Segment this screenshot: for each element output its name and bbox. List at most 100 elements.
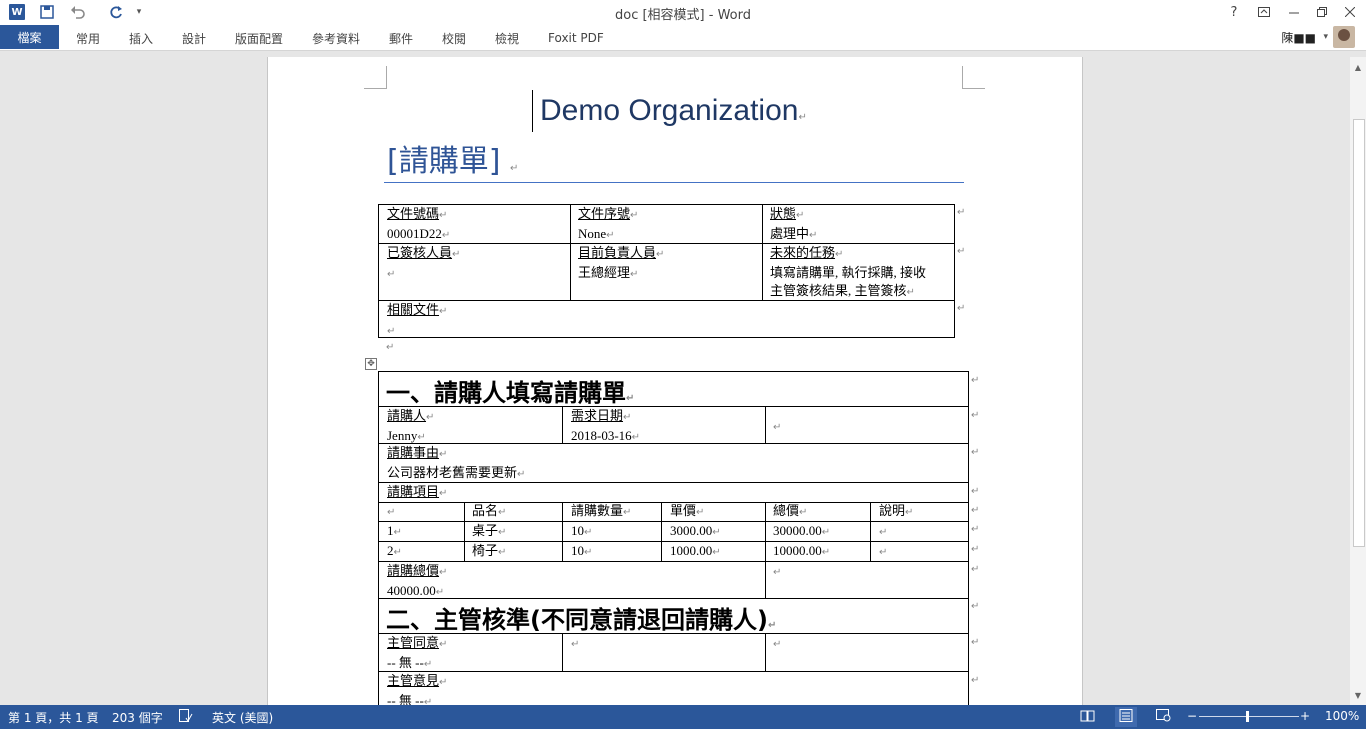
proofing-icon[interactable] <box>179 709 193 725</box>
read-mode-icon[interactable] <box>1080 709 1095 725</box>
section1-heading[interactable]: 一、請購人填寫請購單↵ <box>386 373 634 408</box>
section2-heading[interactable]: 二、主管核準(不同意請退回請購人)↵ <box>386 600 776 635</box>
row-end-mark: ↵ <box>971 601 980 612</box>
date-label: 需求日期 <box>571 408 624 423</box>
text-cursor <box>532 90 533 132</box>
tab-view[interactable]: 檢視 <box>495 28 519 48</box>
user-menu-chevron-icon[interactable]: ▾ <box>1323 32 1328 42</box>
tab-home[interactable]: 常用 <box>76 28 100 48</box>
future-cell[interactable]: 未來的任務↵ 填寫請購單, 執行採購, 接收 主管簽核結果, 主管簽核↵ <box>770 244 926 302</box>
tab-layout[interactable]: 版面配置 <box>235 28 283 48</box>
item-row2-no[interactable]: 2↵ <box>387 542 402 562</box>
item-header-total-text: 總價 <box>773 503 800 518</box>
item-header-note[interactable]: 說明↵ <box>879 502 913 522</box>
web-layout-icon[interactable] <box>1156 709 1171 725</box>
tab-mailings[interactable]: 郵件 <box>389 28 413 48</box>
scroll-down-icon[interactable]: ▼ <box>1350 687 1366 703</box>
item-row2-price[interactable]: 1000.00↵ <box>670 542 721 562</box>
zoom-in-icon[interactable]: + <box>1300 709 1310 723</box>
status-cell[interactable]: 狀態↵ 處理中↵ <box>770 205 817 245</box>
related-cell[interactable]: 相關文件↵ ↵ <box>387 301 447 341</box>
status-value: 處理中 <box>770 226 810 241</box>
item-header-total[interactable]: 總價↵ <box>773 502 807 522</box>
item-row1-qty[interactable]: 10↵ <box>571 522 592 542</box>
zoom-out-icon[interactable]: − <box>1187 709 1197 723</box>
approve-label: 主管同意 <box>387 635 440 650</box>
close-icon[interactable] <box>1336 2 1364 22</box>
item-header-qty[interactable]: 請購數量↵ <box>571 502 631 522</box>
signed-label: 已簽核人員 <box>387 245 453 260</box>
total-cell[interactable]: 請購總價↵ 40000.00↵ <box>387 562 447 602</box>
total-side-cell[interactable]: ↵ <box>773 562 781 582</box>
ribbon-tabs: 檔案 常用 插入 設計 版面配置 參考資料 郵件 校閱 檢視 Foxit PDF… <box>0 24 1366 51</box>
item-row1-total-text: 30000.00 <box>773 523 822 538</box>
item-row1-price[interactable]: 3000.00↵ <box>670 522 721 542</box>
restore-icon[interactable] <box>1308 2 1336 22</box>
item-header-name-text: 品名 <box>472 503 499 518</box>
item-row2-name[interactable]: 椅子↵ <box>472 542 506 562</box>
zoom-slider-thumb[interactable] <box>1246 711 1249 722</box>
zoom-slider-track[interactable] <box>1199 716 1299 717</box>
item-row2-qty[interactable]: 10↵ <box>571 542 592 562</box>
approve-right-cell[interactable]: ↵ <box>773 634 781 654</box>
item-row2-note[interactable]: ↵ <box>879 542 887 562</box>
table-move-handle-icon[interactable]: ✥ <box>365 358 377 370</box>
related-label: 相關文件 <box>387 302 440 317</box>
status-bar: 第 1 頁，共 1 頁 203 個字 英文 (美國) − + 100% <box>0 705 1366 729</box>
tab-insert[interactable]: 插入 <box>129 28 153 48</box>
item-header-price[interactable]: 單價↵ <box>670 502 704 522</box>
section1-text: 一、請購人填寫請購單 <box>386 379 626 407</box>
approve-value: -- 無 -- <box>387 655 424 670</box>
table-divider <box>378 598 969 599</box>
requester-cell[interactable]: 請購人↵ Jenny↵ <box>387 407 434 447</box>
item-row1-name[interactable]: 桌子↵ <box>472 522 506 542</box>
user-name[interactable]: 陳■■ <box>1281 29 1316 46</box>
item-row1-total[interactable]: 30000.00↵ <box>773 522 830 542</box>
approve-mid-cell[interactable]: ↵ <box>571 634 579 654</box>
current-cell[interactable]: 目前負責人員↵ 王總經理↵ <box>578 244 664 284</box>
items-cell[interactable]: 請購項目↵ <box>387 483 447 503</box>
form-title-text: [請購單] <box>387 144 501 179</box>
row-end-mark: ↵ <box>957 207 966 218</box>
word-count[interactable]: 203 個字 <box>112 709 163 726</box>
table-divider <box>562 406 563 443</box>
doc-seq-cell[interactable]: 文件序號↵ None↵ <box>578 205 638 245</box>
date-cell[interactable]: 需求日期↵ 2018-03-16↵ <box>571 407 640 447</box>
avatar[interactable] <box>1333 26 1355 48</box>
ribbon-display-options-icon[interactable] <box>1250 2 1278 22</box>
vertical-scrollbar[interactable]: ▲ ▼ <box>1350 57 1366 705</box>
tab-references[interactable]: 參考資料 <box>312 28 360 48</box>
item-header-no[interactable]: ↵ <box>387 502 395 522</box>
reason-cell[interactable]: 請購事由↵ 公司器材老舊需要更新↵ <box>387 444 525 484</box>
table-divider <box>562 502 563 561</box>
table-divider <box>765 406 766 443</box>
print-layout-icon[interactable] <box>1115 707 1137 727</box>
doc-no-cell[interactable]: 文件號碼↵ 00001D22↵ <box>387 205 450 245</box>
tab-file[interactable]: 檔案 <box>0 25 59 49</box>
tab-design[interactable]: 設計 <box>182 28 206 48</box>
table-divider <box>378 671 969 672</box>
signed-cell[interactable]: 已簽核人員↵ ↵ <box>387 244 460 284</box>
empty-cell[interactable]: ↵ <box>773 417 781 437</box>
table-divider <box>762 204 763 300</box>
item-row1-no[interactable]: 1↵ <box>387 522 402 542</box>
item-header-name[interactable]: 品名↵ <box>472 502 506 522</box>
row-end-mark: ↵ <box>971 410 980 421</box>
page-count[interactable]: 第 1 頁，共 1 頁 <box>8 709 99 726</box>
item-row2-total[interactable]: 10000.00↵ <box>773 542 830 562</box>
paragraph-mark: ↵ <box>386 342 395 353</box>
approve-cell[interactable]: 主管同意↵ -- 無 --↵ <box>387 634 447 674</box>
language-indicator[interactable]: 英文 (美國) <box>212 709 273 726</box>
organization-heading[interactable]: Demo Organization↵ <box>540 94 807 128</box>
tab-foxit-pdf[interactable]: Foxit PDF <box>548 28 604 48</box>
minimize-icon[interactable] <box>1280 2 1308 22</box>
form-title[interactable]: [請購單] ↵ <box>387 136 518 180</box>
total-label: 請購總價 <box>387 563 440 578</box>
current-value: 王總經理 <box>578 265 631 280</box>
help-button[interactable]: ? <box>1220 2 1248 22</box>
item-row1-note[interactable]: ↵ <box>879 522 887 542</box>
scroll-up-icon[interactable]: ▲ <box>1350 59 1366 75</box>
scroll-thumb[interactable] <box>1353 119 1365 547</box>
tab-review[interactable]: 校閱 <box>442 28 466 48</box>
zoom-level[interactable]: 100% <box>1325 709 1359 723</box>
